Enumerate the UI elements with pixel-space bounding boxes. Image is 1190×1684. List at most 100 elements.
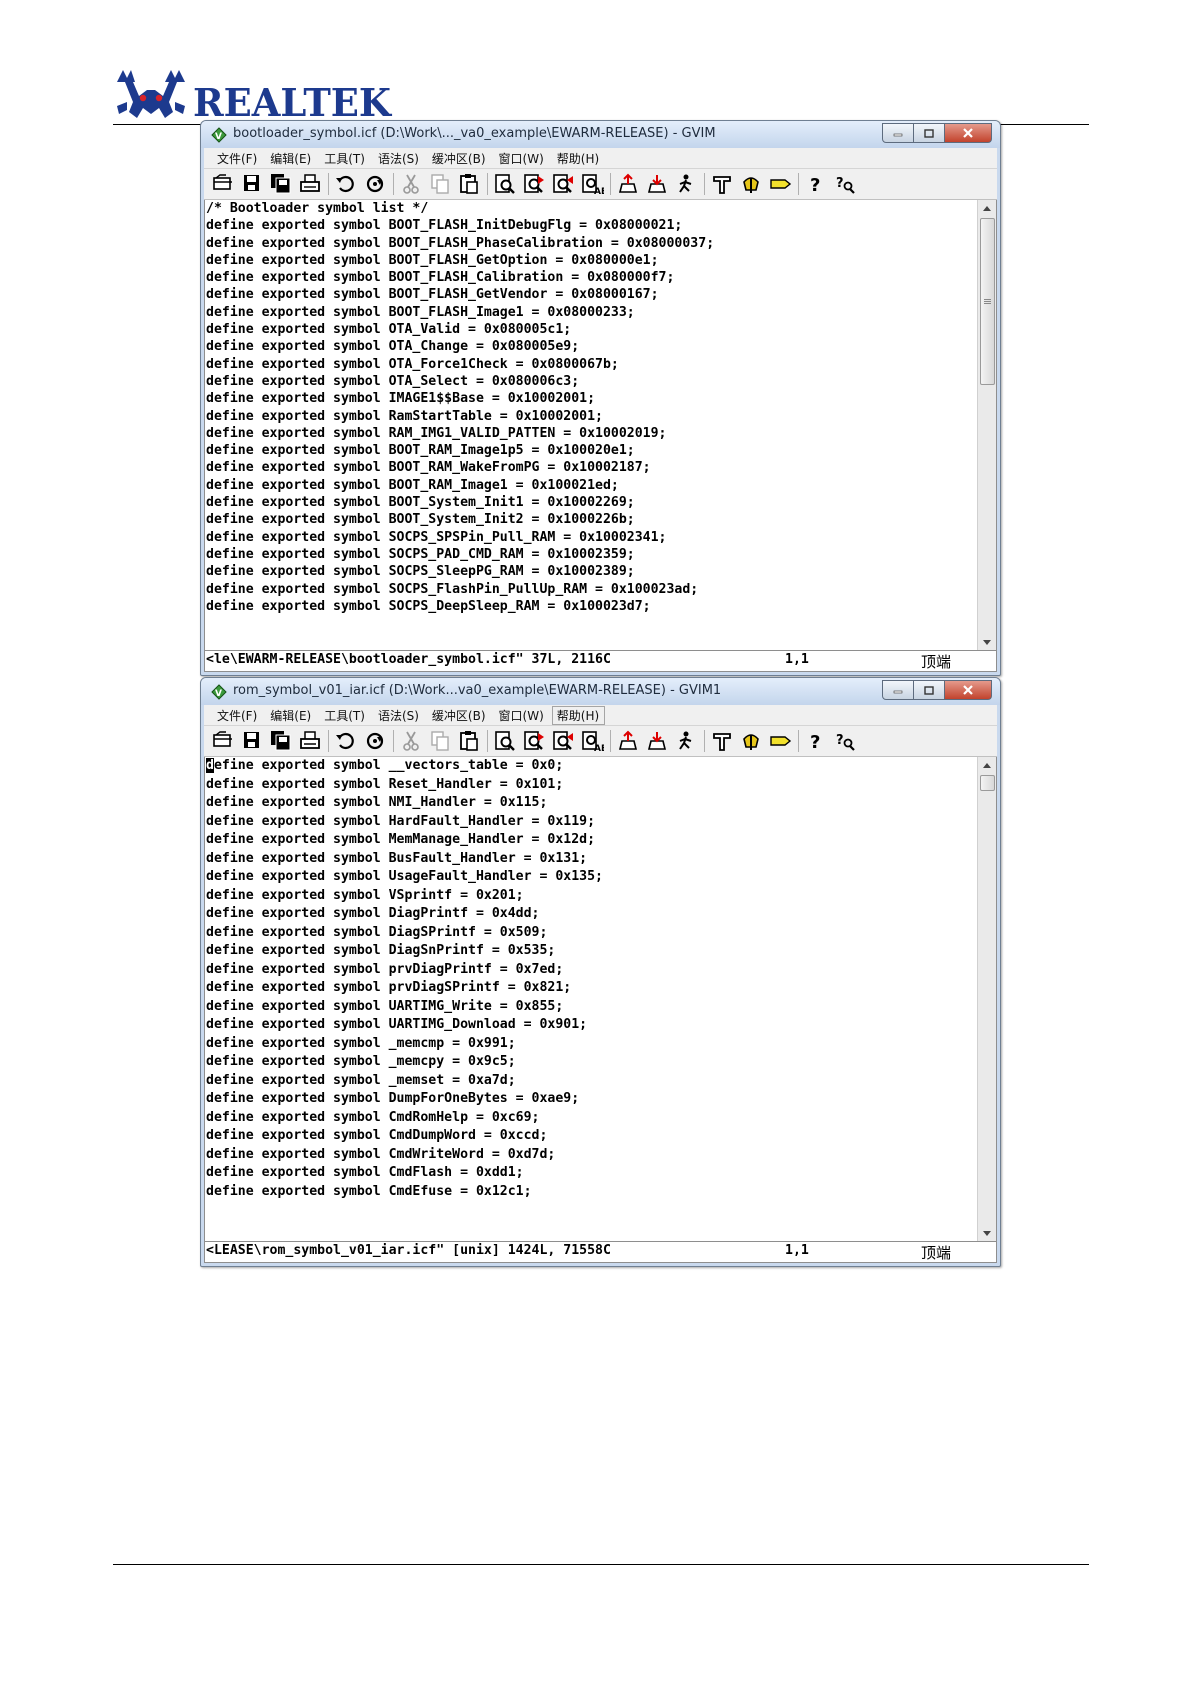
- redo-icon[interactable]: [363, 172, 387, 196]
- shell-icon[interactable]: [739, 729, 763, 753]
- code-line[interactable]: define exported symbol DiagSnPrintf = 0x…: [205, 942, 977, 961]
- scrollbar-thumb[interactable]: [980, 218, 995, 385]
- minimize-button[interactable]: [882, 123, 914, 143]
- code-line[interactable]: define exported symbol OTA_Force1Check =…: [205, 356, 977, 373]
- tags-icon[interactable]: [768, 729, 792, 753]
- title-bar[interactable]: V rom_symbol_v01_iar.icf (D:\Work...va0_…: [201, 678, 1000, 705]
- save-all-icon[interactable]: [269, 172, 293, 196]
- code-line[interactable]: define exported symbol _memcpy = 0x9c5;: [205, 1053, 977, 1072]
- code-line[interactable]: define exported symbol CmdDumpWord = 0xc…: [205, 1127, 977, 1146]
- code-line[interactable]: define exported symbol HardFault_Handler…: [205, 813, 977, 832]
- code-line[interactable]: define exported symbol OTA_Select = 0x08…: [205, 373, 977, 390]
- save-icon[interactable]: [240, 172, 264, 196]
- menu-item[interactable]: 编辑(E): [265, 706, 317, 725]
- menu-item[interactable]: 窗口(W): [494, 149, 550, 168]
- find-icon[interactable]: [493, 729, 517, 753]
- code-line[interactable]: define exported symbol _memcmp = 0x991;: [205, 1035, 977, 1054]
- menu-item[interactable]: 文件(F): [212, 149, 263, 168]
- maximize-button[interactable]: [914, 680, 945, 700]
- make-icon[interactable]: [710, 729, 734, 753]
- menu-item[interactable]: 帮助(H): [551, 705, 606, 725]
- menu-item[interactable]: 工具(T): [319, 149, 371, 168]
- tags-icon[interactable]: [768, 172, 792, 196]
- gvim-window-bootloader[interactable]: V bootloader_symbol.icf (D:\Work\..._va0…: [200, 120, 1001, 676]
- code-line[interactable]: define exported symbol CmdFlash = 0xdd1;: [205, 1164, 977, 1183]
- code-line[interactable]: define exported symbol DumpForOneBytes =…: [205, 1090, 977, 1109]
- open-icon[interactable]: [211, 172, 235, 196]
- code-line[interactable]: define exported symbol OTA_Change = 0x08…: [205, 338, 977, 355]
- find-prev-icon[interactable]: [551, 172, 575, 196]
- code-line[interactable]: define exported symbol __vectors_table =…: [205, 757, 977, 776]
- close-button[interactable]: [945, 680, 992, 700]
- code-line[interactable]: define exported symbol BOOT_System_Init2…: [205, 511, 977, 528]
- run-script-icon[interactable]: [674, 729, 698, 753]
- code-line[interactable]: define exported symbol BOOT_FLASH_Calibr…: [205, 269, 977, 286]
- code-line[interactable]: define exported symbol CmdWriteWord = 0x…: [205, 1146, 977, 1165]
- redo-icon[interactable]: [363, 729, 387, 753]
- menu-item[interactable]: 窗口(W): [494, 706, 550, 725]
- code-line[interactable]: define exported symbol DiagPrintf = 0x4d…: [205, 905, 977, 924]
- close-button[interactable]: [945, 123, 992, 143]
- code-line[interactable]: define exported symbol SOCPS_SleepPG_RAM…: [205, 563, 977, 580]
- title-bar[interactable]: V bootloader_symbol.icf (D:\Work\..._va0…: [201, 121, 1000, 148]
- help-icon[interactable]: ?: [804, 172, 828, 196]
- menu-item[interactable]: 语法(S): [373, 706, 425, 725]
- code-line[interactable]: define exported symbol _memset = 0xa7d;: [205, 1072, 977, 1091]
- copy-icon[interactable]: [428, 172, 452, 196]
- code-line[interactable]: define exported symbol UARTIMG_Download …: [205, 1016, 977, 1035]
- code-line[interactable]: define exported symbol SOCPS_SPSPin_Pull…: [205, 529, 977, 546]
- code-line[interactable]: define exported symbol BOOT_System_Init1…: [205, 494, 977, 511]
- code-lines[interactable]: /* Bootloader symbol list */define expor…: [205, 200, 977, 615]
- menu-item[interactable]: 缓冲区(B): [427, 149, 492, 168]
- code-line[interactable]: /* Bootloader symbol list */: [205, 200, 977, 217]
- code-line[interactable]: define exported symbol BOOT_FLASH_GetOpt…: [205, 252, 977, 269]
- scrollbar-thumb[interactable]: [980, 775, 995, 791]
- find-next-icon[interactable]: [522, 172, 546, 196]
- vertical-scrollbar[interactable]: [977, 757, 996, 1241]
- load-session-icon[interactable]: [616, 729, 640, 753]
- undo-icon[interactable]: [334, 729, 358, 753]
- code-line[interactable]: define exported symbol MemManage_Handler…: [205, 831, 977, 850]
- code-line[interactable]: define exported symbol DiagSPrintf = 0x5…: [205, 924, 977, 943]
- code-line[interactable]: define exported symbol BOOT_RAM_Image1p5…: [205, 442, 977, 459]
- menu-item[interactable]: 语法(S): [373, 149, 425, 168]
- code-line[interactable]: define exported symbol BOOT_FLASH_Image1…: [205, 304, 977, 321]
- menu-item[interactable]: 文件(F): [212, 706, 263, 725]
- save-all-icon[interactable]: [269, 729, 293, 753]
- code-line[interactable]: define exported symbol CmdRomHelp = 0xc6…: [205, 1109, 977, 1128]
- code-line[interactable]: define exported symbol OTA_Valid = 0x080…: [205, 321, 977, 338]
- code-line[interactable]: define exported symbol prvDiagPrintf = 0…: [205, 961, 977, 980]
- minimize-button[interactable]: [882, 680, 914, 700]
- replace-icon[interactable]: AB: [580, 172, 604, 196]
- paste-icon[interactable]: [457, 729, 481, 753]
- code-line[interactable]: define exported symbol SOCPS_DeepSleep_R…: [205, 598, 977, 615]
- make-icon[interactable]: [710, 172, 734, 196]
- save-session-icon[interactable]: [645, 172, 669, 196]
- help-icon[interactable]: ?: [804, 729, 828, 753]
- scroll-up-arrow-icon[interactable]: [978, 757, 996, 773]
- find-icon[interactable]: [493, 172, 517, 196]
- code-line[interactable]: define exported symbol BOOT_RAM_Image1 =…: [205, 477, 977, 494]
- copy-icon[interactable]: [428, 729, 452, 753]
- code-line[interactable]: define exported symbol BOOT_FLASH_InitDe…: [205, 217, 977, 234]
- undo-icon[interactable]: [334, 172, 358, 196]
- cut-icon[interactable]: [399, 729, 423, 753]
- open-icon[interactable]: [211, 729, 235, 753]
- code-line[interactable]: define exported symbol SOCPS_PAD_CMD_RAM…: [205, 546, 977, 563]
- code-line[interactable]: define exported symbol RamStartTable = 0…: [205, 408, 977, 425]
- load-session-icon[interactable]: [616, 172, 640, 196]
- code-line[interactable]: define exported symbol UsageFault_Handle…: [205, 868, 977, 887]
- print-icon[interactable]: [298, 172, 322, 196]
- scroll-up-arrow-icon[interactable]: [978, 200, 996, 216]
- code-line[interactable]: define exported symbol prvDiagSPrintf = …: [205, 979, 977, 998]
- menu-item[interactable]: 工具(T): [319, 706, 371, 725]
- gvim-window-rom-symbol[interactable]: V rom_symbol_v01_iar.icf (D:\Work...va0_…: [200, 677, 1001, 1267]
- find-next-icon[interactable]: [522, 729, 546, 753]
- code-line[interactable]: define exported symbol IMAGE1$$Base = 0x…: [205, 390, 977, 407]
- code-line[interactable]: define exported symbol RAM_IMG1_VALID_PA…: [205, 425, 977, 442]
- code-line[interactable]: define exported symbol VSprintf = 0x201;: [205, 887, 977, 906]
- menu-item[interactable]: 编辑(E): [265, 149, 317, 168]
- cut-icon[interactable]: [399, 172, 423, 196]
- editor-pane[interactable]: /* Bootloader symbol list */define expor…: [204, 200, 997, 651]
- code-line[interactable]: define exported symbol CmdEfuse = 0x12c1…: [205, 1183, 977, 1202]
